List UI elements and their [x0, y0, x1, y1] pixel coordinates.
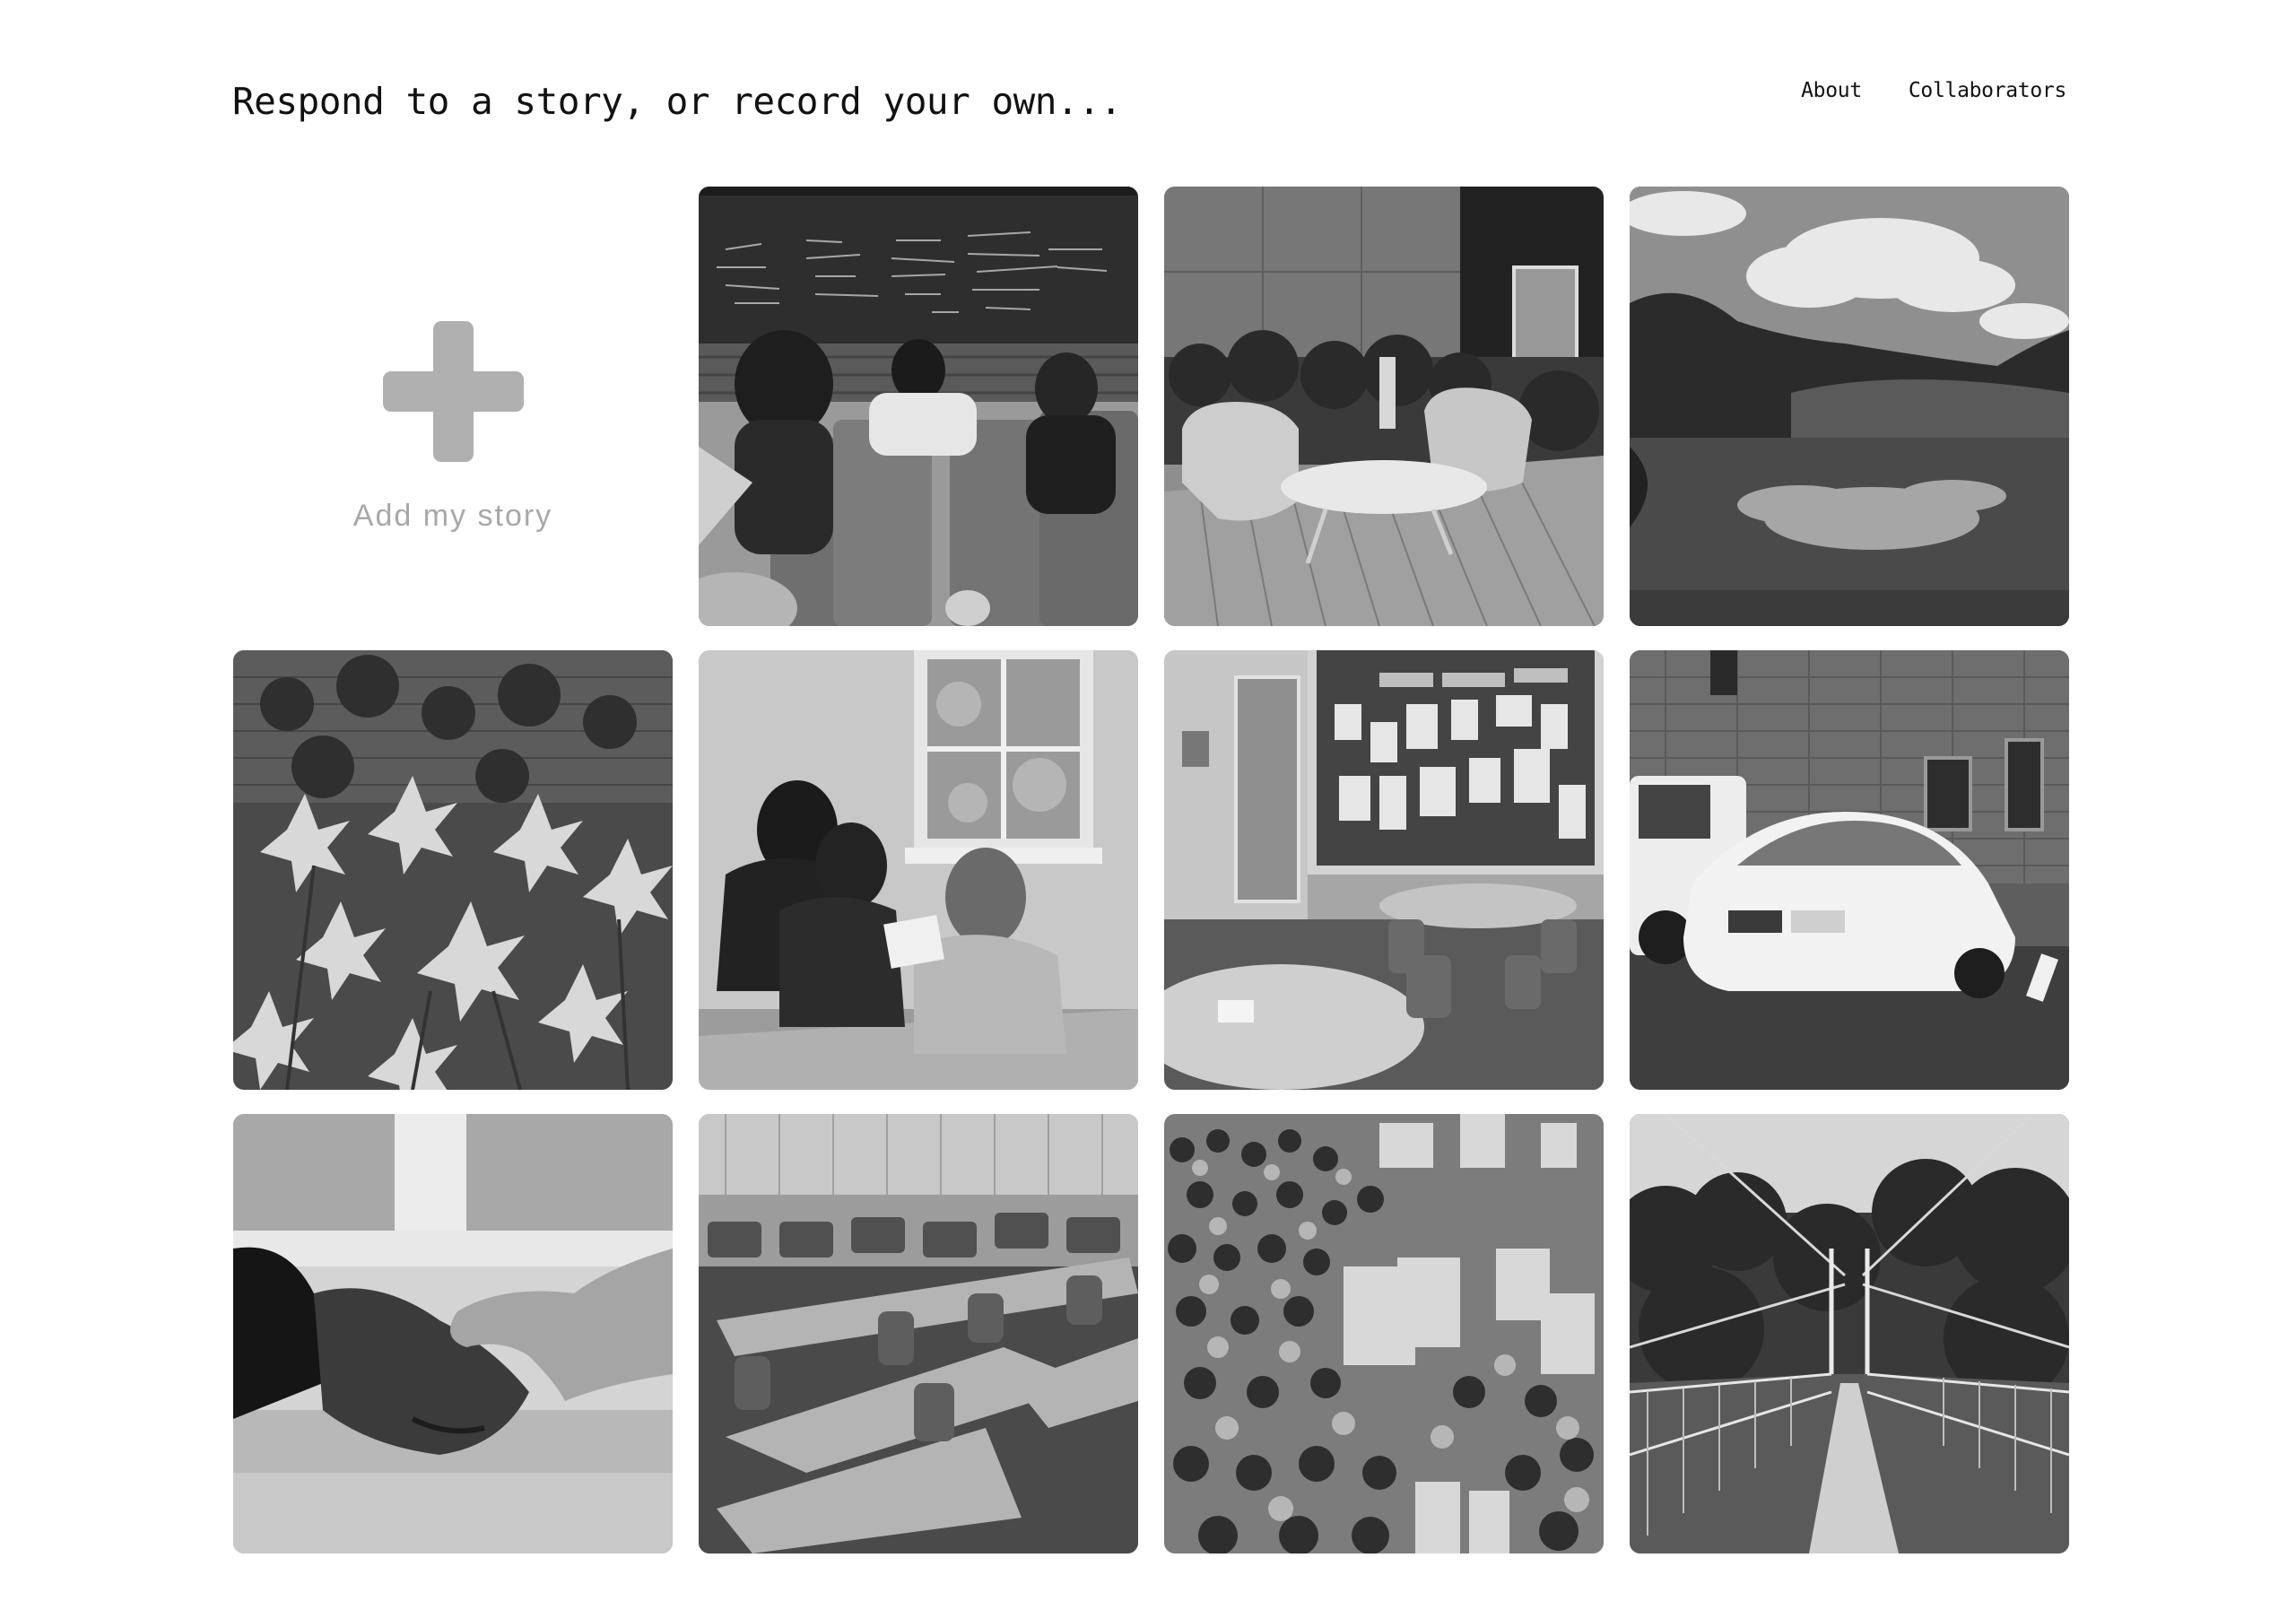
- page-header: Respond to a story, or record your own..…: [0, 0, 2296, 179]
- nav-link-about[interactable]: About: [1801, 77, 1862, 104]
- top-nav: About Collaborators: [1801, 77, 2066, 104]
- pond-landscape-image: [1630, 187, 2069, 626]
- handshake-image: [233, 1114, 673, 1553]
- police-car-image: [1630, 650, 2069, 1090]
- add-story-label: Add my story: [352, 499, 553, 533]
- suspension-bridge-image: [1630, 1114, 2069, 1553]
- story-tile-classroom-tables[interactable]: [699, 1114, 1138, 1553]
- classroom-tables-image: [699, 1114, 1138, 1553]
- story-tile-patio-chairs[interactable]: [1164, 187, 1604, 626]
- story-tile-study-room[interactable]: [1164, 650, 1604, 1090]
- story-tile-pond-landscape[interactable]: [1630, 187, 2069, 626]
- story-tile-students-by-window[interactable]: [699, 650, 1138, 1090]
- story-tile-lecture-hall[interactable]: [699, 187, 1138, 626]
- story-tile-police-car[interactable]: [1630, 650, 2069, 1090]
- page-title: Respond to a story, or record your own..…: [232, 80, 1122, 123]
- nav-link-collaborators[interactable]: Collaborators: [1909, 77, 2066, 104]
- story-tile-crowd-fair[interactable]: [1164, 1114, 1604, 1553]
- story-grid: Add my story: [233, 187, 2069, 1553]
- lily-flowers-image: [233, 650, 673, 1090]
- story-tile-suspension-bridge[interactable]: [1630, 1114, 2069, 1553]
- story-tile-handshake[interactable]: [233, 1114, 673, 1553]
- students-by-window-image: [699, 650, 1138, 1090]
- crowd-fair-image: [1164, 1114, 1604, 1553]
- add-story-button[interactable]: Add my story: [233, 187, 673, 626]
- study-room-image: [1164, 650, 1604, 1090]
- plus-icon: [383, 321, 524, 462]
- story-tile-lily-flowers[interactable]: [233, 650, 673, 1090]
- patio-chairs-image: [1164, 187, 1604, 626]
- lecture-hall-image: [699, 187, 1138, 626]
